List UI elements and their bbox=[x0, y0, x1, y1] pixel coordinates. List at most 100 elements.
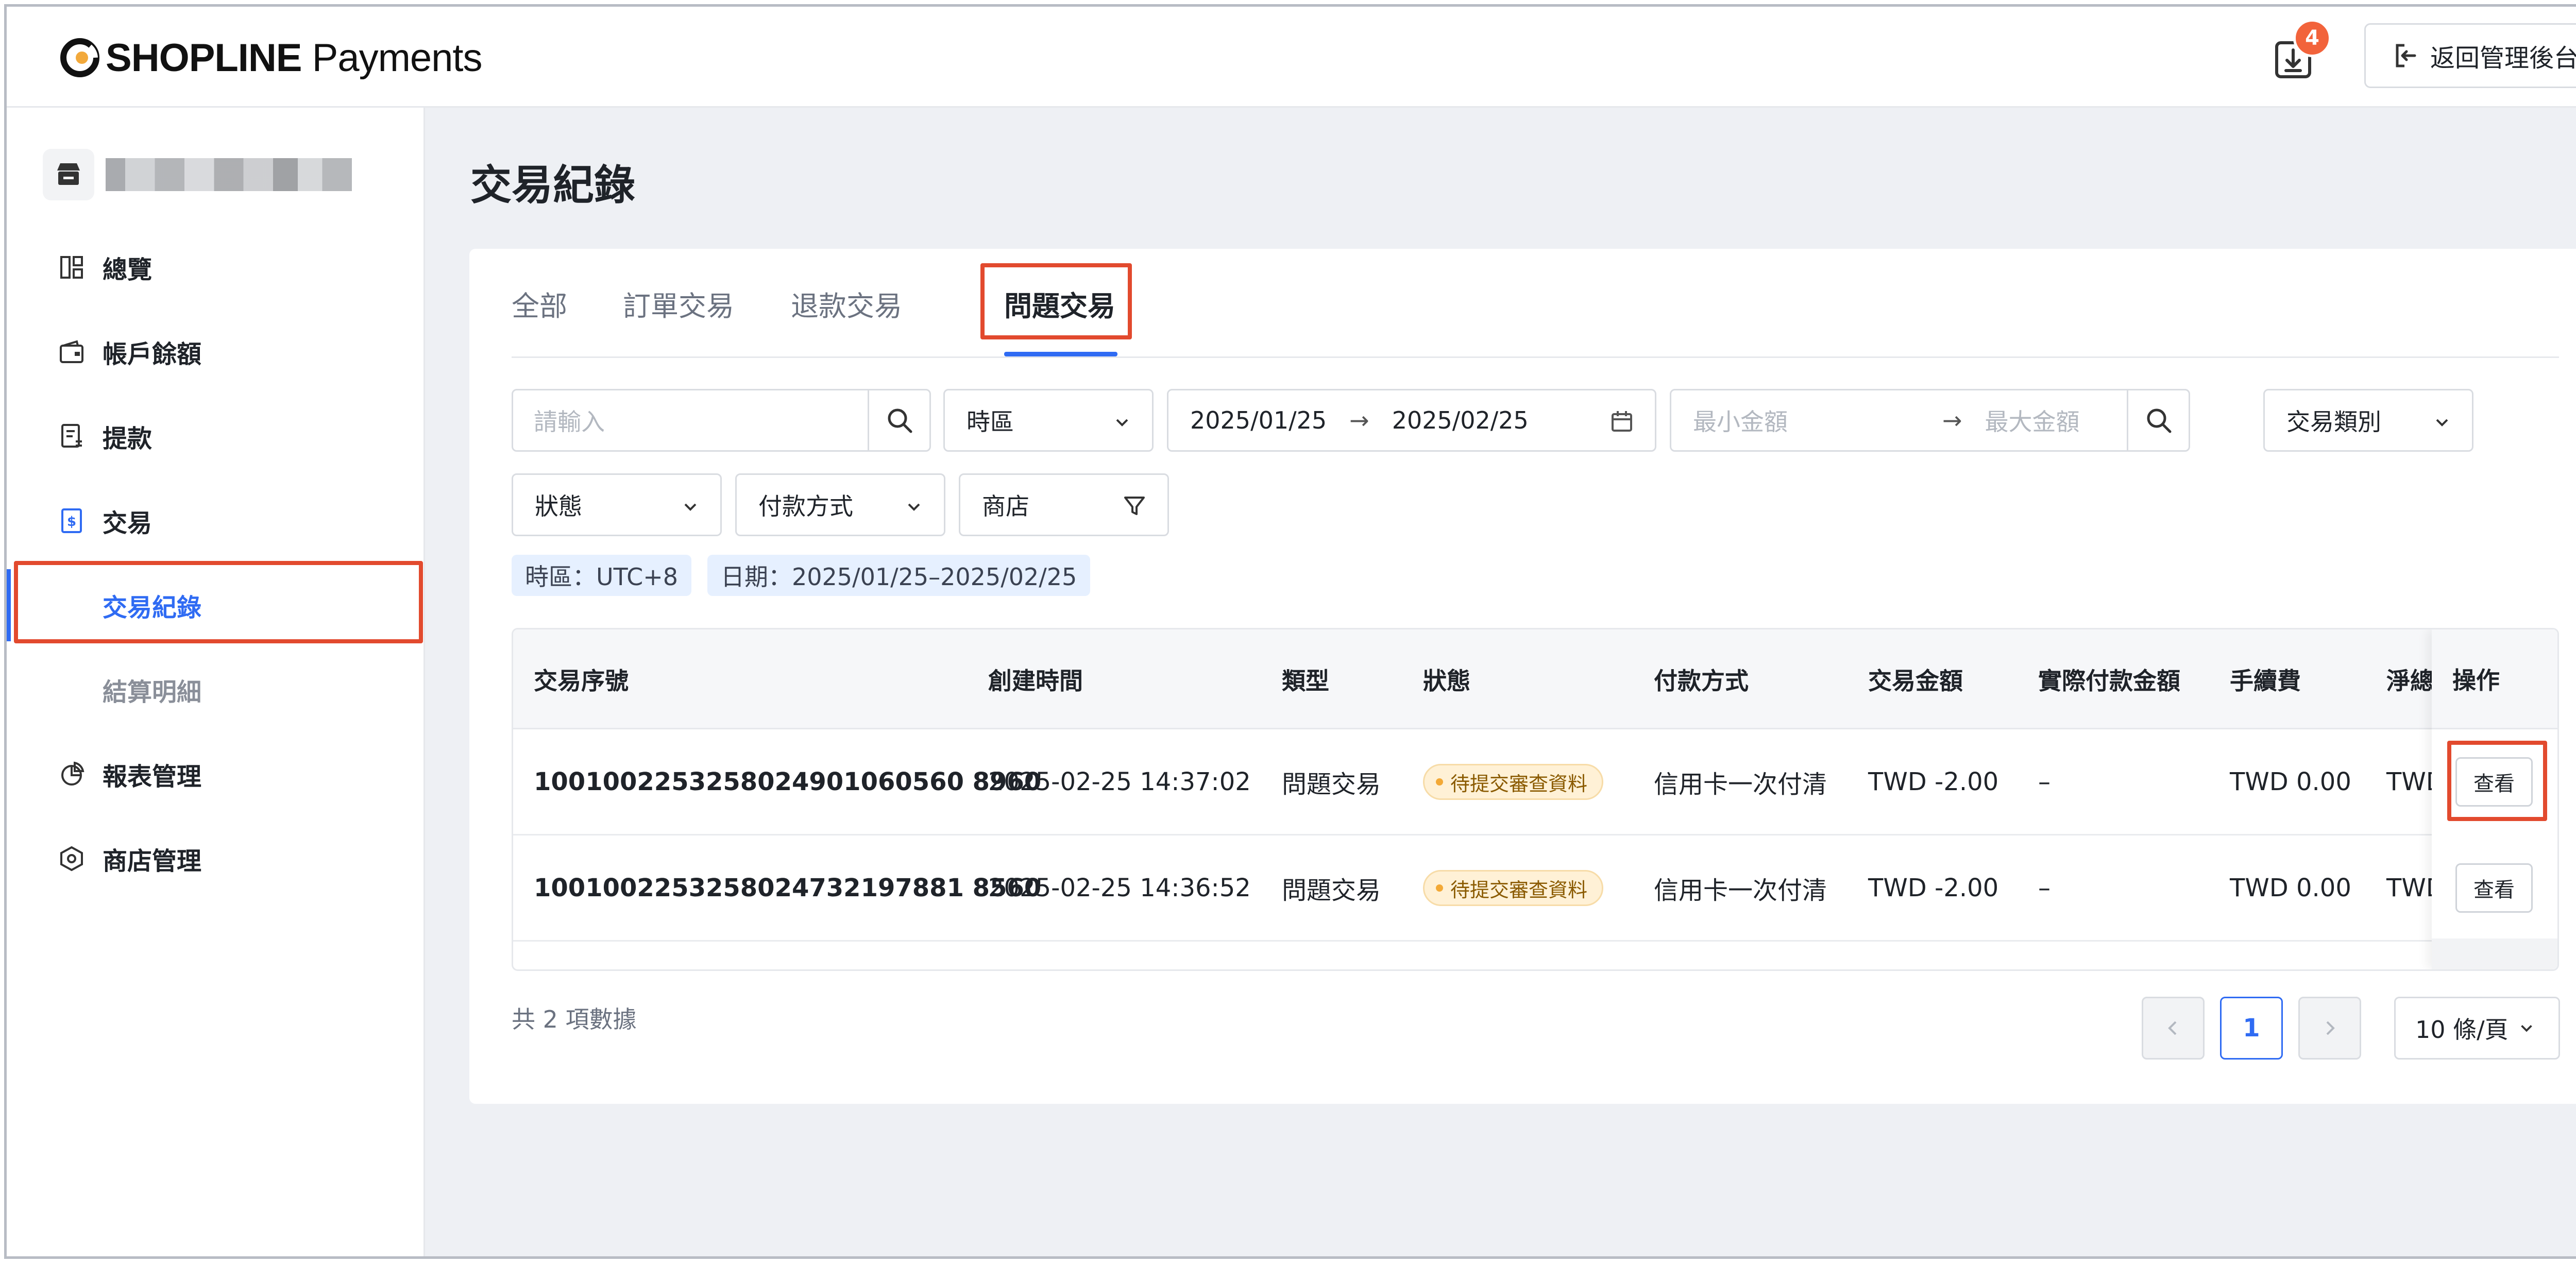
calendar-icon bbox=[1612, 411, 1632, 432]
payment-method-label: 付款方式 bbox=[758, 492, 853, 520]
transaction-amount: TWD -2.00 bbox=[1868, 874, 1999, 902]
sidebar-item-store-management[interactable]: 商店管理 bbox=[7, 823, 425, 895]
sidebar-item-label: 交易 bbox=[103, 509, 152, 538]
column-header: 付款方式 bbox=[1654, 667, 1749, 695]
svg-text:$: $ bbox=[67, 514, 76, 530]
prev-page-button[interactable] bbox=[2142, 997, 2205, 1060]
transactions-card: 全部 訂單交易 退款交易 問題交易 請輸入 時區 2025/01/25 → 20… bbox=[469, 249, 2576, 1104]
search-icon bbox=[2147, 408, 2171, 433]
sidebar-item-overview[interactable]: 總覽 bbox=[7, 231, 425, 303]
chevron-right-icon bbox=[2326, 1021, 2335, 1035]
sidebar-item-withdraw[interactable]: 提款 bbox=[7, 400, 425, 472]
created-time: 2025-02-25 14:37:02 bbox=[988, 767, 1251, 796]
column-header: 交易序號 bbox=[534, 667, 629, 695]
amount-search-button[interactable] bbox=[2127, 390, 2189, 450]
status-dot-icon bbox=[1436, 778, 1443, 786]
page-title: 交易紀錄 bbox=[470, 161, 635, 209]
dollar-doc-icon: $ bbox=[61, 508, 82, 533]
chevron-left-icon bbox=[2168, 1021, 2177, 1035]
timezone-select[interactable]: 時區 bbox=[943, 389, 1154, 452]
status-dot-icon bbox=[1436, 884, 1443, 892]
horizontal-scrollbar[interactable] bbox=[2432, 938, 2557, 969]
withdraw-icon bbox=[61, 424, 82, 448]
exit-icon bbox=[2396, 44, 2416, 67]
sidebar-item-label: 報表管理 bbox=[103, 762, 202, 791]
column-header: 操作 bbox=[2432, 629, 2557, 729]
store-filter[interactable]: 商店 bbox=[959, 473, 1169, 536]
tab-order-transactions[interactable]: 訂單交易 bbox=[623, 276, 734, 331]
column-header: 交易金額 bbox=[1868, 667, 1963, 695]
transaction-id[interactable]: 1001002253258024732197881 8560 bbox=[534, 835, 1041, 941]
column-header: 手續費 bbox=[2230, 667, 2301, 695]
status-label: 狀態 bbox=[535, 492, 582, 520]
filter-tag-date[interactable]: 日期：2025/01/25–2025/02/25 bbox=[707, 555, 1091, 596]
tab-refund-transactions[interactable]: 退款交易 bbox=[791, 276, 902, 331]
sidebar-item-label: 提款 bbox=[103, 424, 152, 453]
brand-logo[interactable]: SHOPLINE Payments bbox=[58, 35, 483, 81]
column-header: 創建時間 bbox=[988, 667, 1083, 695]
total-count: 共 2 項數據 bbox=[512, 1005, 637, 1033]
store-name-redacted bbox=[106, 158, 352, 191]
table-row: 1001002253258024732197881 8560 2025-02-2… bbox=[513, 835, 2557, 942]
max-amount-placeholder: 最大金額 bbox=[1985, 408, 2080, 436]
transaction-amount: TWD -2.00 bbox=[1868, 767, 1999, 796]
sidebar-item-reports[interactable]: 報表管理 bbox=[7, 738, 425, 810]
status-text: 待提交審查資料 bbox=[1450, 772, 1588, 795]
sidebar-item-label: 商店管理 bbox=[103, 847, 202, 876]
back-to-admin-button[interactable]: 返回管理後台 bbox=[2364, 23, 2576, 88]
view-button[interactable]: 查看 bbox=[2455, 863, 2533, 913]
chevron-down-icon bbox=[2436, 419, 2448, 426]
page-size-select[interactable]: 10 條/頁 bbox=[2394, 997, 2560, 1060]
app-window: SHOPLINE Payments 4 返回管理後台 總覽 帳戶餘額 提款 $ … bbox=[4, 4, 2576, 1259]
download-count-badge: 4 bbox=[2293, 19, 2331, 57]
chevron-down-icon bbox=[908, 503, 920, 511]
sidebar-item-balance[interactable]: 帳戶餘額 bbox=[7, 316, 425, 388]
search-placeholder: 請輸入 bbox=[534, 408, 605, 436]
search-input[interactable]: 請輸入 bbox=[512, 389, 931, 452]
column-header: 狀態 bbox=[1423, 667, 1470, 695]
brand-light: Payments bbox=[312, 36, 483, 80]
payment-method-select[interactable]: 付款方式 bbox=[735, 473, 945, 536]
store-selector[interactable] bbox=[43, 149, 352, 200]
date-end: 2025/02/25 bbox=[1392, 406, 1529, 434]
payment-method: 信用卡一次付清 bbox=[1654, 876, 1827, 905]
sidebar-item-settlement-details[interactable]: 結算明細 bbox=[7, 654, 425, 726]
next-page-button[interactable] bbox=[2298, 997, 2361, 1060]
status-select[interactable]: 狀態 bbox=[512, 473, 722, 536]
date-range-picker[interactable]: 2025/01/25 → 2025/02/25 bbox=[1167, 389, 1656, 452]
chevron-down-icon bbox=[684, 503, 697, 511]
brand-bold: SHOPLINE bbox=[106, 36, 302, 80]
highlight-box-view bbox=[2447, 741, 2547, 821]
page-button[interactable]: 1 bbox=[2220, 997, 2283, 1060]
search-button[interactable] bbox=[868, 390, 929, 450]
sidebar-item-label: 帳戶餘額 bbox=[103, 340, 202, 369]
actual-paid-amount: – bbox=[2038, 874, 2050, 902]
wallet-icon bbox=[60, 340, 83, 363]
store-label: 商店 bbox=[982, 492, 1029, 520]
status-badge: 待提交審查資料 bbox=[1423, 764, 1604, 800]
back-to-admin-label: 返回管理後台 bbox=[2430, 44, 2576, 73]
sidebar: 總覽 帳戶餘額 提款 $ 交易 交易紀錄 結算明細 報表管理 商店管理 bbox=[7, 108, 425, 1256]
created-time: 2025-02-25 14:36:52 bbox=[988, 874, 1251, 902]
search-icon bbox=[888, 408, 912, 433]
column-header: 類型 bbox=[1282, 667, 1329, 695]
column-header: 淨總 bbox=[2386, 667, 2434, 695]
status-badge: 待提交審查資料 bbox=[1423, 870, 1604, 906]
fee: TWD 0.00 bbox=[2230, 767, 2351, 796]
shopline-logo-icon bbox=[60, 38, 99, 77]
filter-tag-timezone[interactable]: 時區：UTC+8 bbox=[512, 555, 692, 596]
transaction-id[interactable]: 1001002253258024901060560 8960 bbox=[534, 729, 1041, 834]
store-settings-icon bbox=[60, 846, 83, 872]
range-arrow-icon: → bbox=[1942, 406, 1962, 434]
sidebar-item-transactions[interactable]: $ 交易 bbox=[7, 485, 425, 557]
payment-method: 信用卡一次付清 bbox=[1654, 770, 1827, 799]
highlight-box-sidebar bbox=[14, 561, 423, 643]
transaction-type-select[interactable]: 交易類別 bbox=[2263, 389, 2473, 452]
transaction-type: 問題交易 bbox=[1282, 876, 1381, 905]
amount-range-input[interactable]: 最小金額 → 最大金額 bbox=[1670, 389, 2190, 452]
tab-bar: 全部 訂單交易 退款交易 問題交易 bbox=[512, 249, 2559, 358]
tab-all[interactable]: 全部 bbox=[512, 276, 567, 331]
column-header: 實際付款金額 bbox=[2038, 667, 2180, 695]
transactions-table: 交易序號 創建時間 類型 狀態 付款方式 交易金額 實際付款金額 手續費 淨總 … bbox=[512, 628, 2559, 971]
highlight-box-tab bbox=[980, 263, 1132, 339]
